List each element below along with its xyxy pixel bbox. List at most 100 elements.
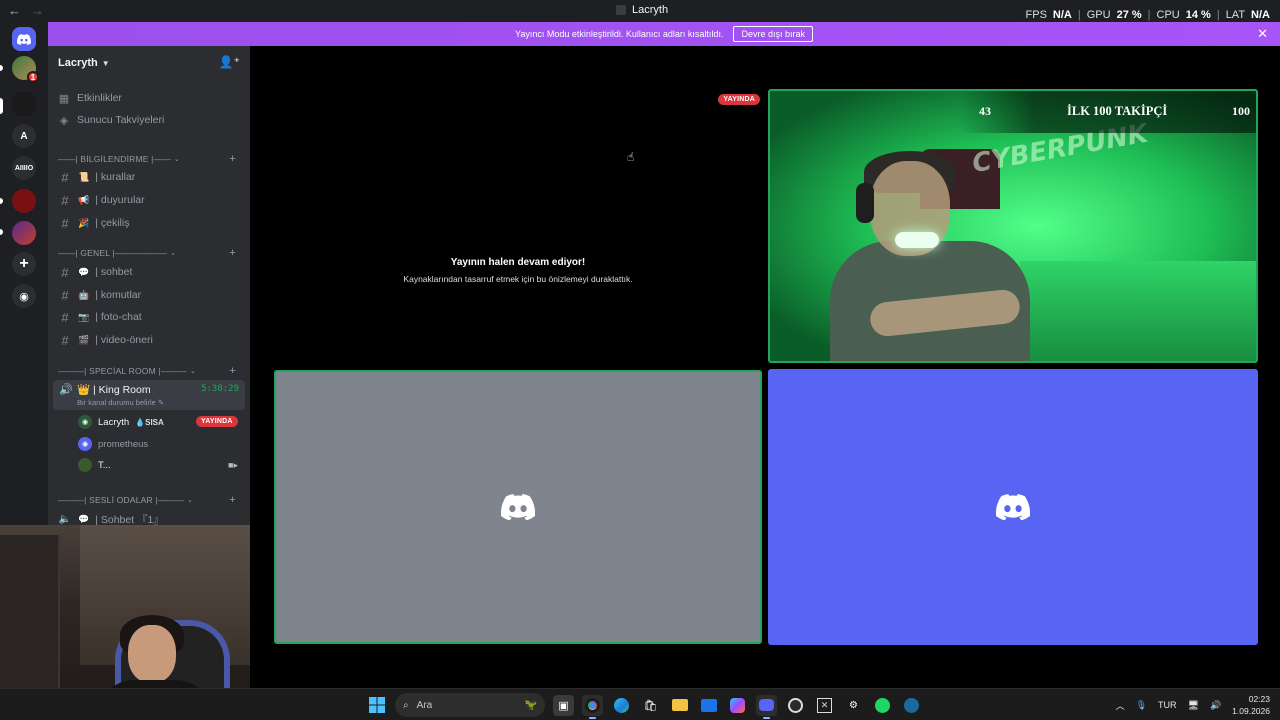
disable-streamer-mode-button[interactable]: Devre dışı bırak [733,26,813,42]
mail-icon[interactable] [698,695,719,716]
hash-icon: # [61,309,69,325]
server-boosts-item[interactable]: ◈ Sunucu Takviyeleri [58,110,165,130]
volume-icon[interactable]: 🔊 [1210,700,1221,711]
close-icon[interactable]: ✕ [1257,26,1268,42]
perf-overlay: FPS N/A | GPU 27 % | CPU 14 % | LAT N/A [1025,9,1270,21]
gpu-value: 27 % [1116,9,1142,21]
hash-icon: # [61,264,69,280]
search-icon: ⌕ [403,699,409,711]
channel-cekilis[interactable]: # 🎉 | çekiliş [58,213,244,233]
paused-stream-tile[interactable]: YAYINDA ☝ Yayının halen devam ediyor! Ka… [274,90,762,362]
voice-channel-sohbet[interactable]: 🔈 💬 | Sohbet 『1』 [58,509,244,526]
channel-status-prompt: Bir kanal durumu belirle [77,398,156,407]
server-header[interactable]: Lacryth ▼ 👤⁺ [48,46,250,80]
server-avatar-rog[interactable] [12,189,36,213]
hand-cursor-icon: ☝ [627,150,635,164]
add-channel-icon[interactable]: + [229,153,236,165]
voice-user-t[interactable]: T... [78,456,111,474]
discord-logo-icon [501,494,535,520]
title-bar: ← → Lacryth FPS N/A | GPU 27 % | CPU 14 % | LA… [0,0,1280,22]
discord-logo-icon [996,494,1030,520]
edge-icon[interactable] [611,695,632,716]
voice-stage: YAYINDA ☝ Yayının halen devam ediyor! Ka… [250,46,1280,688]
poster-text: CYBERPUNK [970,118,1151,180]
home-discord-icon[interactable] [12,27,36,51]
microphone-icon[interactable]: 🎙 [1136,700,1147,711]
avatar: ◉ [78,437,92,451]
channel-duyurular[interactable]: # 📢 | duyurular [58,190,244,210]
file-explorer-icon[interactable] [669,695,690,716]
network-icon[interactable]: 🖥 [1188,700,1199,711]
channel-sidebar: Lacryth ▼ 👤⁺ ▦ Etkinlikler ◈ Sunucu Takv… [48,46,250,525]
language-indicator[interactable]: TUR [1158,700,1177,710]
invite-people-icon[interactable]: 👤⁺ [219,55,240,69]
steam-icon[interactable] [901,695,922,716]
server-avatar-3[interactable] [12,221,36,245]
follower-goal-target: 100 [1232,104,1250,118]
paused-title: Yayının halen devam ediyor! [450,257,586,268]
window-title: Lacryth [616,4,668,16]
events-item[interactable]: ▦ Etkinlikler [58,88,122,108]
add-channel-icon[interactable]: + [229,247,236,259]
live-stream-tile[interactable]: CYBERPUNK 43 İLK 100 TAKİPÇİ 100 [768,89,1258,363]
back-arrow-icon[interactable]: ← [8,3,21,18]
task-view-icon[interactable]: ▣ [553,694,574,716]
app-icon [616,5,626,15]
system-tray: ︿ 🎙 TUR 🖥 🔊 02:23 1.09.2026 [1116,692,1270,718]
windows-start-icon[interactable] [366,695,387,716]
spotify-icon[interactable] [872,695,893,716]
voice-channel-king-room[interactable]: 🔊 👑 | King Room 5:38:29 Bir kanal durumu… [53,380,245,410]
live-badge: YAYINDA [718,94,760,105]
chrome-icon[interactable] [582,694,603,719]
follower-count: 43 [979,104,991,118]
participant-tile-1[interactable] [274,370,762,644]
taskbar-search[interactable]: ⌕ Ara 🦖 [395,693,545,717]
notification-badge: 1 [27,71,39,83]
chevron-up-icon[interactable]: ︿ [1116,699,1125,712]
terminal-icon[interactable]: ✕ [814,695,835,716]
server-rail: 1 A AIIIIO + ◉ [0,22,48,525]
category-sesli-odalar[interactable]: ———| SESLİ ODALAR |——— ⌄ + [58,493,244,507]
lat-label: LAT [1225,9,1246,21]
server-avatar-1[interactable]: 1 [12,56,39,83]
banner-text: Yayıncı Modu etkinleştirildi. Kullanıcı … [515,29,724,39]
category-bilgilendirme[interactable]: ——| BİLGİLENDİRME |—— ⌄ + [58,152,244,166]
add-channel-icon[interactable]: + [229,365,236,377]
nav-buttons: ← → [8,3,44,18]
add-server-icon[interactable]: + [12,252,36,276]
store-icon[interactable]: 🛍 [640,695,661,716]
server-a[interactable]: A [12,124,36,148]
clock-time: 02:23 [1248,694,1270,704]
category-genel[interactable]: ——| GENEL |—————— ⌄ + [58,246,244,260]
task-manager-icon[interactable]: ⚙ [843,695,864,716]
voice-timer: 5:38:29 [201,384,239,394]
live-badge: YAYINDA [196,416,238,427]
server-aiiiio[interactable]: AIIIIO [12,156,36,180]
hash-icon: # [61,215,69,231]
server-name: Lacryth [58,57,98,69]
forward-arrow-icon[interactable]: → [31,3,44,18]
category-special-room[interactable]: ———| SPECİAL ROOM |——— ⌄ + [58,364,244,378]
voice-user-lacryth[interactable]: ◉ Lacryth 💧SISA [78,413,164,431]
clock[interactable]: 02:23 1.09.2026 [1232,693,1270,717]
channel-kurallar[interactable]: # 📜 | kurallar [58,167,244,187]
speaker-icon: 🔊 [59,384,73,396]
copilot-icon[interactable] [727,695,748,716]
channel-komutlar[interactable]: # 🤖 | komutlar [58,285,244,305]
fps-value: N/A [1052,9,1072,21]
channel-foto-chat[interactable]: # 📷 | foto-chat [58,307,244,327]
discord-taskbar-icon[interactable] [756,694,777,719]
add-channel-icon[interactable]: + [229,494,236,506]
boost-icon: ◈ [59,114,69,127]
avatar [78,458,92,472]
participant-tile-2[interactable] [768,369,1258,645]
cpu-label: CPU [1156,9,1180,21]
server-avatar-2[interactable] [12,92,36,116]
clock-date: 1.09.2026 [1232,706,1270,716]
avatar: ◉ [78,415,92,429]
discover-compass-icon[interactable]: ◉ [12,284,36,308]
obs-icon[interactable] [785,695,806,716]
channel-video-oneri[interactable]: # 🎬 | video-öneri [58,330,244,350]
channel-sohbet[interactable]: # 💬 | sohbet [58,262,244,282]
voice-user-prometheus[interactable]: ◉ prometheus [78,435,148,453]
